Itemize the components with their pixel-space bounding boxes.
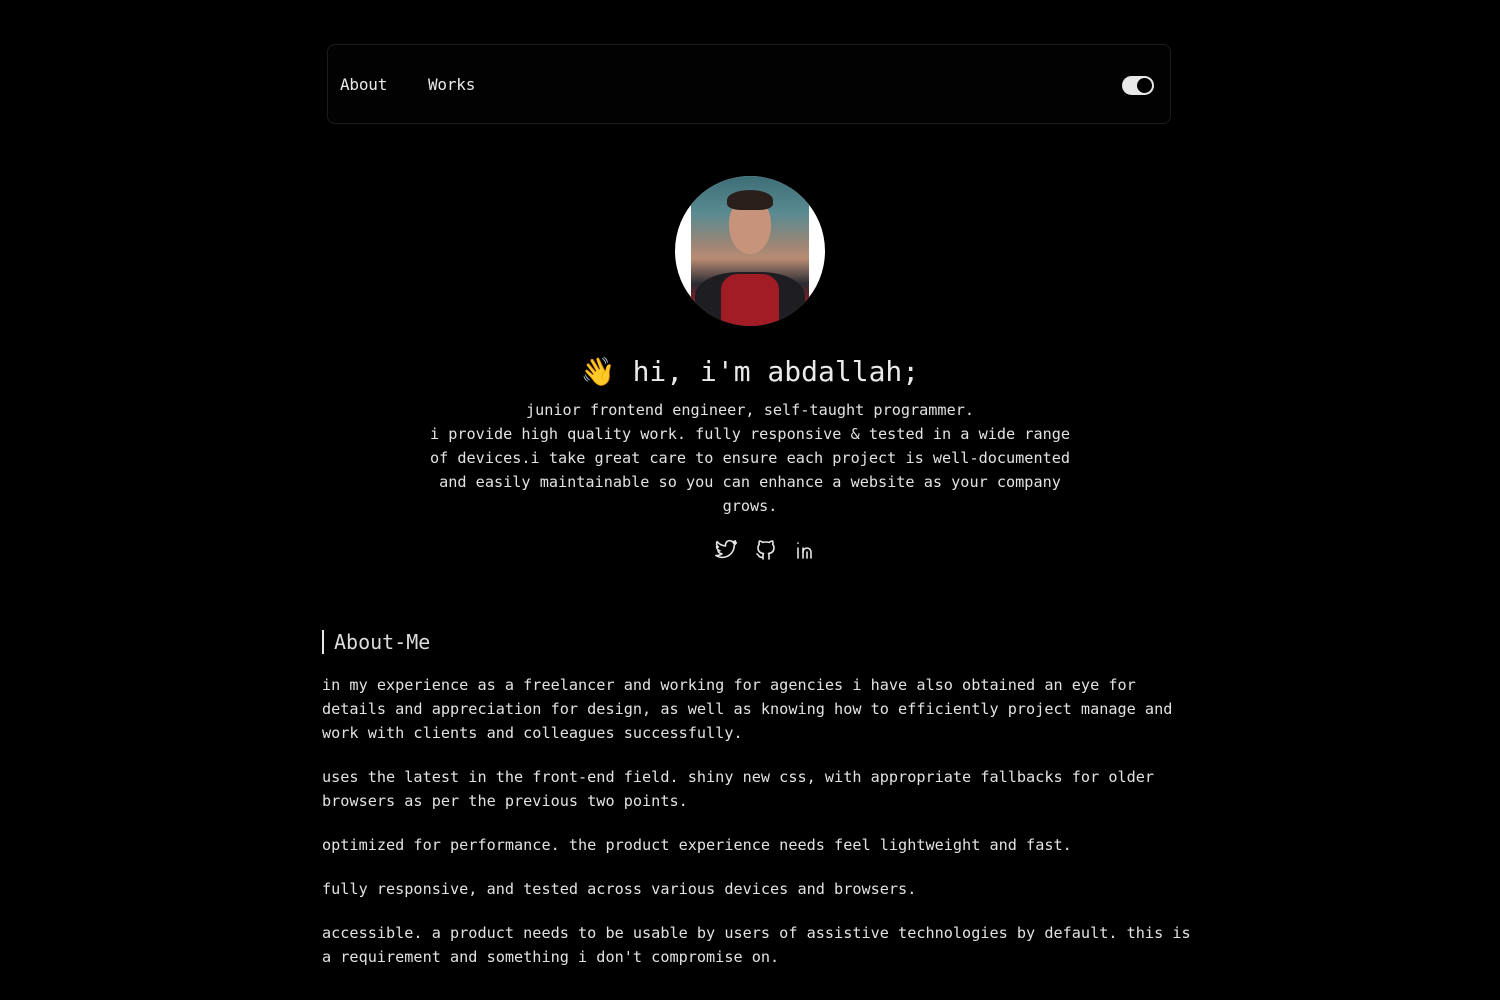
avatar: [675, 176, 825, 326]
about-paragraph: accessible. a product needs to be usable…: [322, 924, 1191, 966]
about-paragraph: fully responsive, and tested across vari…: [322, 880, 917, 898]
avatar-photo: [691, 176, 809, 326]
top-navbar: About Works: [327, 44, 1171, 124]
theme-toggle[interactable]: [1122, 76, 1154, 95]
github-icon[interactable]: [754, 538, 778, 562]
linkedin-icon[interactable]: [794, 538, 818, 562]
about-paragraph: in my experience as a freelancer and wor…: [322, 676, 1173, 742]
about-me-content: in my experience as a freelancer and wor…: [322, 673, 1192, 989]
about-paragraph: uses the latest in the front-end field. …: [322, 768, 1155, 810]
social-links: [714, 538, 818, 562]
hero-subtitle: junior frontend engineer, self-taught pr…: [420, 398, 1080, 518]
toggle-knob: [1137, 78, 1152, 93]
about-paragraph: optimized for performance. the product e…: [322, 836, 1072, 854]
hero-subtitle-description: i provide high quality work. fully respo…: [429, 425, 1071, 515]
nav-link-works[interactable]: Works: [428, 75, 475, 95]
nav-link-about[interactable]: About: [340, 75, 387, 95]
hero-subtitle-role: junior frontend engineer, self-taught pr…: [525, 401, 975, 419]
section-title-about-me: About-Me: [322, 630, 430, 654]
twitter-icon[interactable]: [714, 538, 738, 562]
hero-title: 👋 hi, i'm abdallah;: [580, 355, 920, 388]
